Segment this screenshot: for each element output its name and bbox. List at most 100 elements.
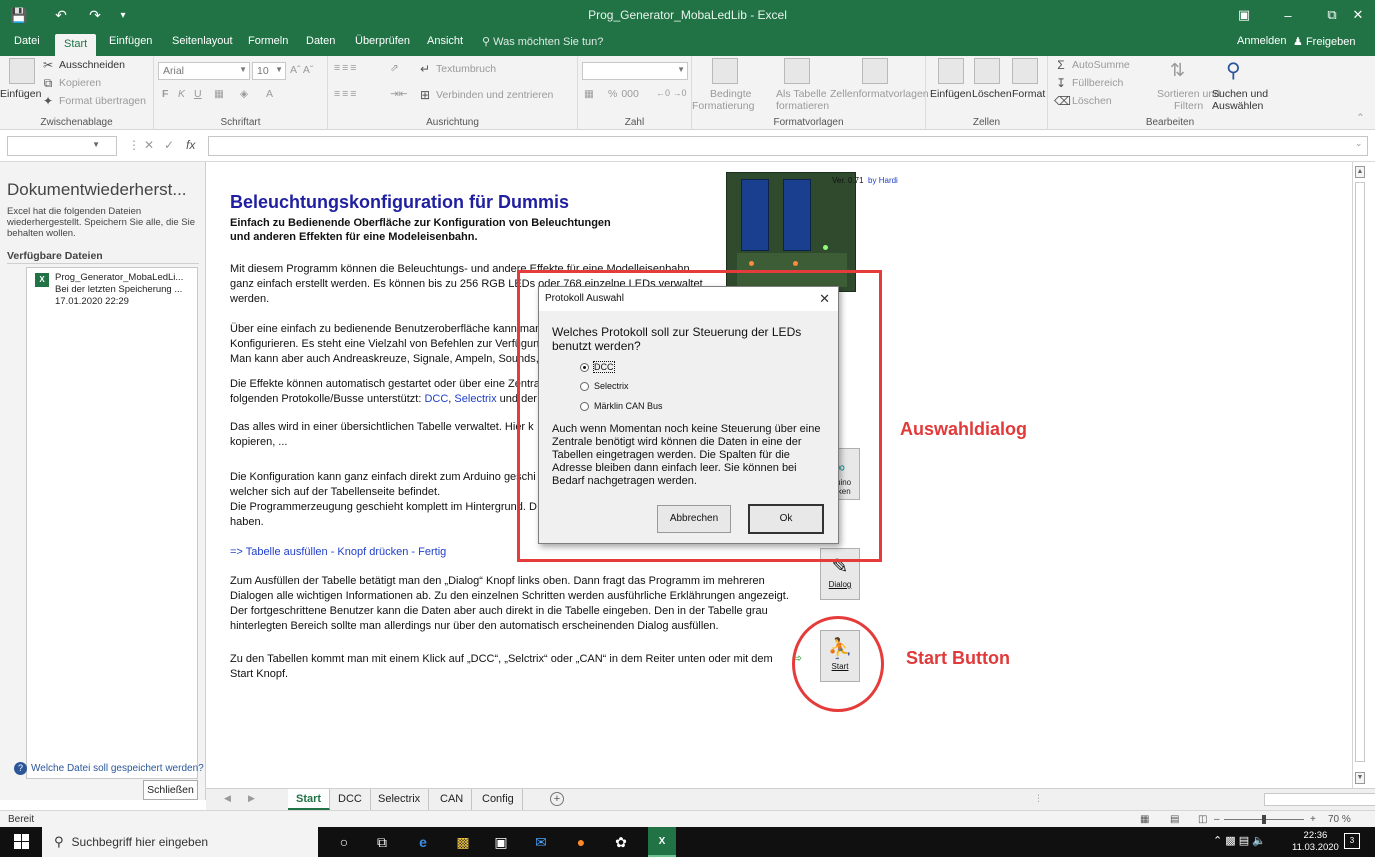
italic-button[interactable]: K [178,88,185,100]
paste-button[interactable]: Einfügen [0,88,41,100]
cell-styles-button[interactable]: Zellenformatvorlagen [830,88,929,100]
notification-icon[interactable]: 3 [1344,833,1360,849]
radio-selectrix[interactable]: Selectrix [580,381,629,391]
format-cells-button[interactable]: Format [1012,88,1045,100]
edge-icon[interactable]: e [412,832,434,852]
windows-start-icon[interactable] [14,834,29,849]
cut-button[interactable]: ✂ Ausschneiden [41,58,125,72]
wrap-text-button[interactable]: ↵ Textumbruch [418,62,496,76]
radio-button-selected[interactable] [580,362,589,372]
font-size-select[interactable]: 10 ▼ [252,62,286,80]
minimize-icon[interactable]: – [1266,0,1310,30]
accounting-icon[interactable]: ▦ [584,88,594,100]
format-painter-button[interactable]: ✦ Format übertragen [41,94,146,108]
conditional-format-button-line2[interactable]: Formatierung [692,100,754,112]
scroll-down-icon[interactable]: ▼ [1355,772,1365,784]
bold-button[interactable]: F [162,88,168,100]
orientation-icon[interactable]: ⇗ [390,62,399,74]
number-format-select[interactable]: ▼ [582,62,688,80]
link-dcc[interactable]: DCC [424,393,448,405]
tab-start[interactable]: Start [55,34,97,56]
fill-button[interactable]: ↧ Füllbereich [1054,76,1123,90]
sheet-tab-config[interactable]: Config [474,789,523,810]
tab-seitenlayout[interactable]: Seitenlayout [172,35,233,47]
share-button[interactable]: ♟ Freigeben [1293,35,1355,48]
insert-cells-button[interactable]: Einfügen [930,88,971,100]
zoom-out-icon[interactable]: – [1214,814,1220,825]
sheet-tab-start[interactable]: Start [288,789,331,810]
expand-formula-icon[interactable]: ⌄ [1355,138,1363,149]
tab-next-icon[interactable]: ▶ [248,793,255,804]
tab-ueberpruefen[interactable]: Überprüfen [355,35,410,47]
find-select-button[interactable]: Suchen und [1212,88,1268,100]
sort-filter-button[interactable]: Sortieren und [1157,88,1220,100]
confirm-entry-icon[interactable]: ✓ [164,138,174,152]
horizontal-scrollbar[interactable] [1264,793,1375,806]
file-explorer-icon[interactable]: ▩ [452,832,474,852]
link-selectrix[interactable]: Selectrix [454,393,496,405]
sort-filter-button-line2[interactable]: Filtern [1174,100,1203,112]
align-left-icon[interactable]: ≡≡≡ [334,88,358,100]
format-as-table-button-line2[interactable]: formatieren [776,100,829,112]
recovery-help-link[interactable]: ? Welche Datei soll gespeichert werden? [14,762,204,775]
cancel-button[interactable]: Abbrechen [657,505,731,533]
copy-button[interactable]: ⧉ Kopieren [41,76,101,90]
name-box[interactable]: ▼ [7,136,117,156]
format-as-table-button[interactable]: Als Tabelle [776,88,827,100]
formula-input[interactable] [208,136,1368,156]
radio-button[interactable] [580,381,589,391]
sheet-tab-selectrix[interactable]: Selectrix [370,789,430,810]
tab-daten[interactable]: Daten [306,35,335,47]
fill-color-icon[interactable]: ◈ [240,88,248,100]
scroll-up-icon[interactable]: ▲ [1355,166,1365,178]
zoom-in-icon[interactable]: + [1310,814,1316,825]
ok-button[interactable]: Ok [748,504,824,534]
decimal-icon[interactable]: ←0 →0 [656,88,687,98]
paint-icon[interactable]: ✿ [610,832,632,852]
zoom-slider-thumb[interactable] [1262,815,1266,824]
merge-center-button[interactable]: ⊞ Verbinden und zentrieren [418,88,553,102]
close-icon[interactable]: ✕ [1336,0,1375,30]
page-layout-icon[interactable]: ▤ [1170,814,1179,825]
insert-function-icon[interactable]: fx [186,138,195,152]
ribbon-display-icon[interactable]: ▣ [1222,0,1266,30]
delete-cells-button[interactable]: Löschen [972,88,1012,100]
indent-icon[interactable]: ⇥⇤ [390,88,408,100]
taskbar-clock[interactable]: 22:36 11.03.2020 [1292,830,1339,854]
tell-me-box[interactable]: ⚲ Was möchten Sie tun? [482,35,603,48]
scroll-thumb[interactable] [1355,182,1365,762]
taskbar-search-input[interactable]: ⚲ Suchbegriff hier eingeben [42,827,318,857]
recovery-close-button[interactable]: Schließen [143,780,198,800]
excel-taskbar-icon[interactable]: X [648,827,676,857]
vertical-scrollbar[interactable]: ▲ ▼ [1352,162,1366,788]
collapse-ribbon-icon[interactable]: ⌃ [1356,112,1365,124]
recovery-file-item[interactable]: X Prog_Generator_MobaLedLi... Bei der le… [27,268,197,312]
conditional-format-button[interactable]: Bedingte [710,88,751,100]
page-break-icon[interactable]: ◫ [1198,814,1207,825]
mail-icon[interactable]: ✉ [530,832,552,852]
border-icon[interactable]: ▦ [214,88,224,100]
tab-einfuegen[interactable]: Einfügen [109,35,152,47]
zoom-level[interactable]: 70 % [1328,814,1351,825]
percent-button[interactable]: % 000 [608,88,639,100]
autosum-button[interactable]: Σ AutoSumme [1054,58,1130,72]
firefox-icon[interactable]: ● [570,832,592,852]
radio-maerklin-can[interactable]: Märklin CAN Bus [580,401,663,411]
font-color-icon[interactable]: A [266,88,273,100]
store-icon[interactable]: ▣ [490,832,512,852]
tab-prev-icon[interactable]: ◀ [224,793,231,804]
normal-view-icon[interactable]: ▦ [1140,814,1149,825]
radio-dcc[interactable]: DCC [580,361,615,373]
sheet-tab-can[interactable]: CAN [432,789,473,810]
cortana-icon[interactable]: ○ [333,832,355,852]
system-tray-icons[interactable]: ⌃ ▩ ▤ 🔈 [1213,834,1266,847]
add-sheet-icon[interactable]: + [550,792,564,806]
radio-button[interactable] [580,401,589,411]
cancel-entry-icon[interactable]: ✕ [144,138,154,152]
task-view-icon[interactable]: ⧉ [371,832,393,852]
tab-datei[interactable]: Datei [14,35,40,47]
align-top-icon[interactable]: ≡≡≡ [334,62,358,74]
font-grow-icon[interactable]: Aˆ Aˇ [290,64,313,76]
close-icon[interactable]: ✕ [819,291,830,307]
sheet-tab-dcc[interactable]: DCC [330,789,371,810]
